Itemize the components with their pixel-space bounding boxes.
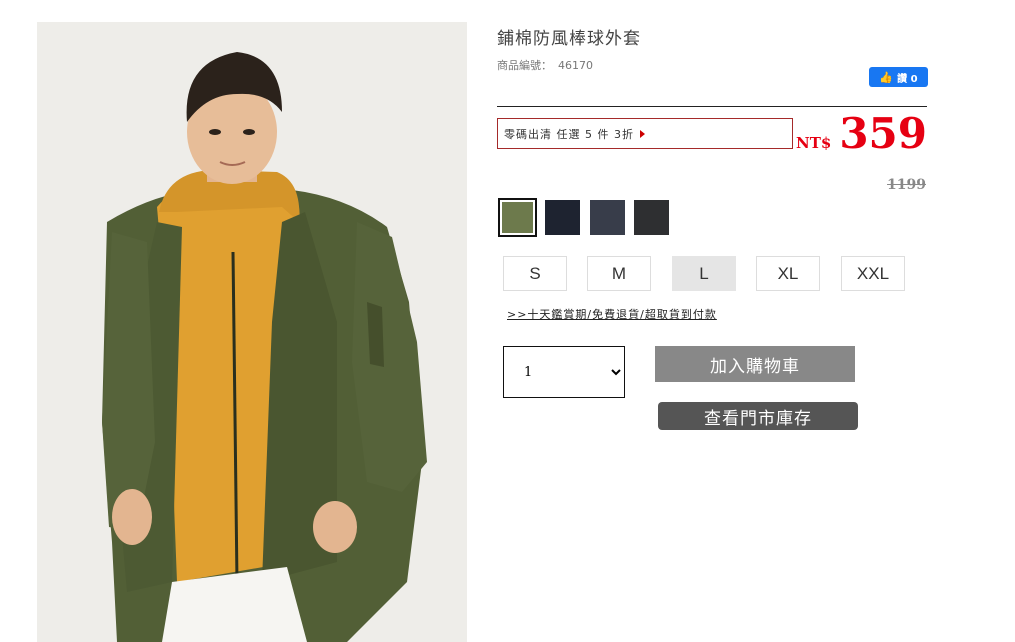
size-option-s[interactable]: S	[503, 256, 567, 291]
model-illustration	[37, 22, 467, 642]
size-option-xl[interactable]: XL	[756, 256, 820, 291]
policy-link[interactable]: >>十天鑑賞期/免費退貨/超取貨到付款	[507, 306, 717, 322]
check-store-stock-button[interactable]: 查看門市庫存	[658, 402, 858, 430]
color-swatch-black[interactable]	[634, 200, 669, 235]
price-amount: 359	[839, 109, 927, 158]
quantity-select[interactable]: 1	[503, 346, 625, 398]
promo-text: 零碼出清 任選 5 件 3折	[504, 127, 634, 141]
divider	[497, 106, 927, 107]
price-currency: NT$	[796, 134, 832, 152]
add-to-cart-button[interactable]: 加入購物車	[655, 346, 855, 382]
product-title: 鋪棉防風棒球外套	[497, 29, 641, 49]
sale-price: NT$ 359	[796, 108, 927, 160]
promo-banner[interactable]: 零碼出清 任選 5 件 3折	[497, 118, 793, 149]
size-option-l[interactable]: L	[672, 256, 736, 291]
caret-right-icon	[639, 129, 645, 138]
color-swatch-olive[interactable]	[498, 198, 537, 237]
size-option-m[interactable]: M	[587, 256, 651, 291]
like-label: 讚 0	[897, 73, 918, 85]
size-option-xxl[interactable]: XXL	[841, 256, 905, 291]
thumbs-up-icon: 👍	[879, 70, 894, 84]
color-swatch-navy[interactable]	[545, 200, 580, 235]
color-swatch-charcoal-blue[interactable]	[590, 200, 625, 235]
sku-label: 商品編號：	[497, 59, 552, 72]
product-image[interactable]	[37, 22, 467, 642]
facebook-like-button[interactable]: 👍 讚 0	[869, 67, 928, 87]
product-sku: 商品編號： 46170	[497, 57, 593, 73]
original-price: 1199	[887, 177, 926, 193]
sku-value: 46170	[558, 59, 593, 72]
